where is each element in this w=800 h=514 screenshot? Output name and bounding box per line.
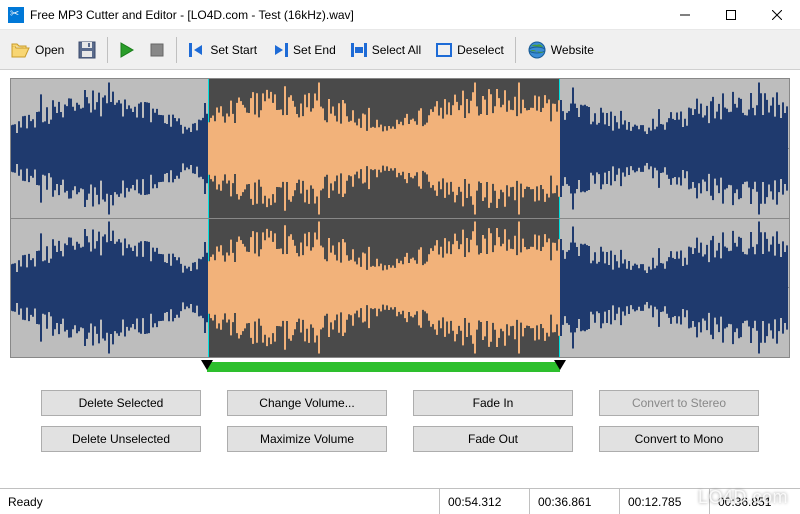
fade-in-button[interactable]: Fade In	[413, 390, 573, 416]
play-icon	[119, 42, 135, 58]
separator	[515, 37, 516, 63]
open-label: Open	[35, 43, 64, 57]
set-end-label: Set End	[293, 43, 336, 57]
set-start-label: Set Start	[210, 43, 257, 57]
status-total-time: 00:54.312	[440, 489, 530, 514]
convert-mono-button[interactable]: Convert to Mono	[599, 426, 759, 452]
deselect-icon	[435, 42, 453, 58]
stop-button[interactable]	[143, 38, 171, 62]
select-all-label: Select All	[372, 43, 421, 57]
waveform-channel-right	[11, 218, 789, 357]
convert-stereo-button: Convert to Stereo	[599, 390, 759, 416]
status-selection-start: 00:12.785	[620, 489, 710, 514]
globe-icon	[527, 40, 547, 60]
selection-handle-left[interactable]	[201, 360, 213, 370]
waveform-display[interactable]	[10, 78, 790, 358]
window-controls	[662, 0, 800, 29]
deselect-label: Deselect	[457, 43, 504, 57]
fade-out-button[interactable]: Fade Out	[413, 426, 573, 452]
save-button[interactable]	[72, 37, 102, 63]
delete-unselected-button[interactable]: Delete Unselected	[41, 426, 201, 452]
minimize-button[interactable]	[662, 0, 708, 29]
folder-open-icon	[11, 41, 31, 59]
timeline[interactable]	[10, 360, 790, 376]
window-title: Free MP3 Cutter and Editor - [LO4D.com -…	[30, 8, 662, 22]
channel-separator	[11, 218, 789, 219]
website-button[interactable]: Website	[521, 36, 600, 64]
separator	[107, 37, 108, 63]
separator	[176, 37, 177, 63]
titlebar: Free MP3 Cutter and Editor - [LO4D.com -…	[0, 0, 800, 30]
status-cursor-time: 00:36.851	[710, 489, 800, 514]
select-all-button[interactable]: Select All	[344, 38, 427, 62]
stop-icon	[149, 42, 165, 58]
selection-handle-right[interactable]	[554, 360, 566, 370]
maximize-volume-button[interactable]: Maximize Volume	[227, 426, 387, 452]
open-button[interactable]: Open	[5, 37, 70, 63]
set-start-icon	[188, 42, 206, 58]
app-icon	[8, 7, 24, 23]
status-selection-end: 00:36.861	[530, 489, 620, 514]
toolbar: Open Set Start Set End Select All Desele…	[0, 30, 800, 70]
action-button-grid: Delete Selected Change Volume... Fade In…	[0, 376, 800, 472]
deselect-button[interactable]: Deselect	[429, 38, 510, 62]
delete-selected-button[interactable]: Delete Selected	[41, 390, 201, 416]
status-text: Ready	[0, 489, 440, 514]
set-end-icon	[271, 42, 289, 58]
select-all-icon	[350, 42, 368, 58]
statusbar: Ready 00:54.312 00:36.861 00:12.785 00:3…	[0, 488, 800, 514]
change-volume-button[interactable]: Change Volume...	[227, 390, 387, 416]
waveform-channel-left	[11, 79, 789, 218]
maximize-button[interactable]	[708, 0, 754, 29]
play-button[interactable]	[113, 38, 141, 62]
selection-bar	[207, 362, 560, 372]
close-button[interactable]	[754, 0, 800, 29]
save-icon	[78, 41, 96, 59]
set-start-button[interactable]: Set Start	[182, 38, 263, 62]
website-label: Website	[551, 43, 594, 57]
set-end-button[interactable]: Set End	[265, 38, 342, 62]
